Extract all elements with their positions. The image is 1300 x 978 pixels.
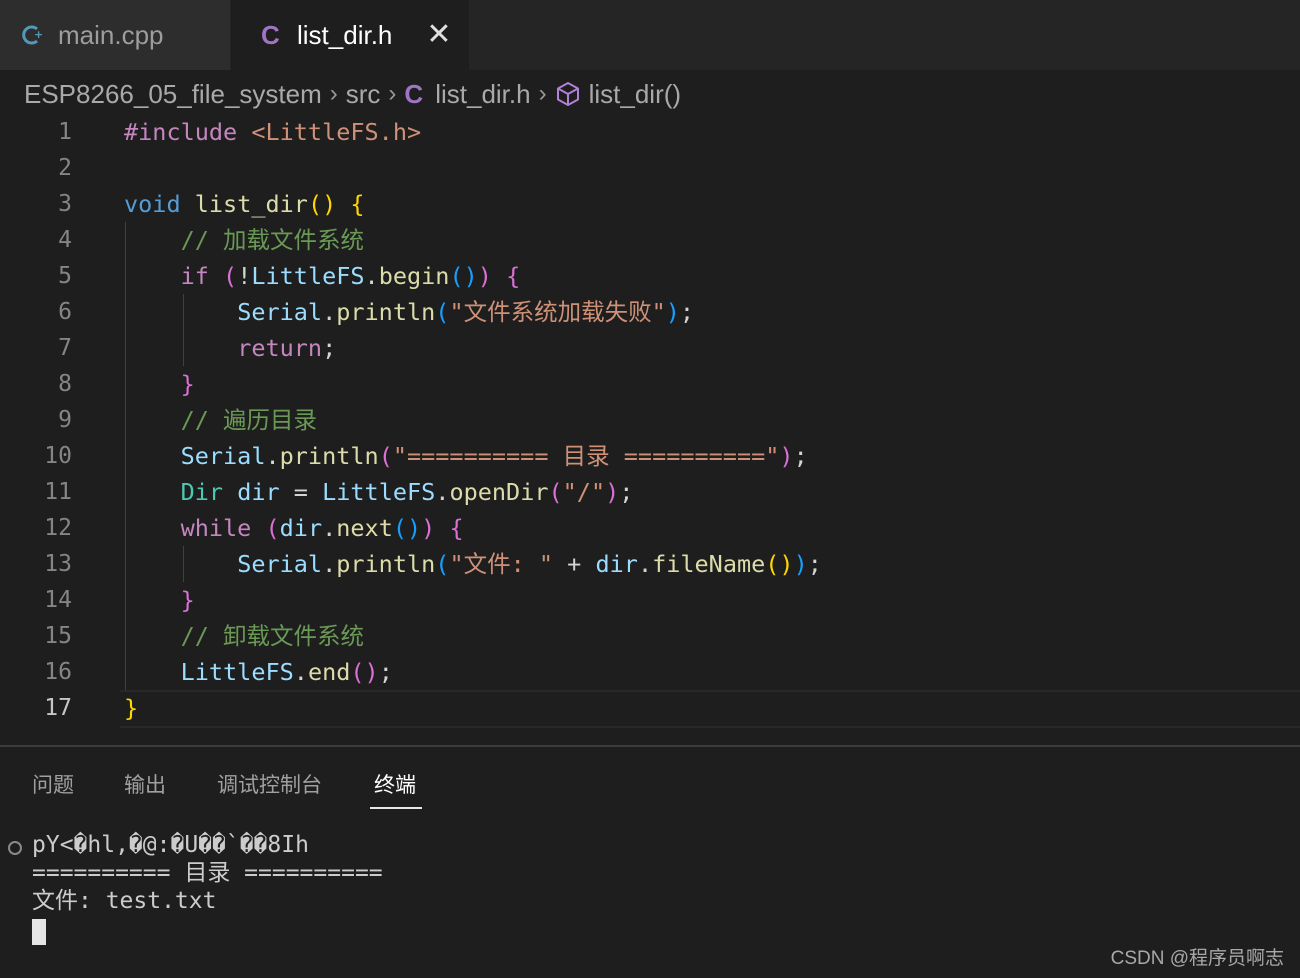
tab-label: main.cpp	[58, 19, 164, 50]
code-line: 13 Serial.println("文件: " + dir.fileName(…	[0, 546, 1300, 582]
line-number: 9	[58, 407, 72, 433]
line-number: 1	[58, 119, 72, 145]
line-number: 8	[58, 371, 72, 397]
line-number: 3	[58, 191, 72, 217]
breadcrumb-file[interactable]: list_dir.h	[435, 79, 530, 110]
code-text: Serial.println("文件系统加载失败");	[237, 298, 695, 326]
code-editor[interactable]: 1 #include <LittleFS.h> 2 3 void list_di…	[0, 114, 1300, 744]
svg-text:+: +	[34, 28, 43, 41]
code-line: 11 Dir dir = LittleFS.openDir("/");	[0, 474, 1300, 510]
terminal-output[interactable]: pY<�hl,�@:�U��`��8Ih ========== 目录 ======…	[32, 831, 383, 915]
c-file-icon: C	[261, 19, 280, 50]
code-line: 10 Serial.println("========== 目录 =======…	[0, 438, 1300, 474]
code-text: while (dir.next()) {	[180, 514, 464, 542]
panel-tabs: 问题 输出 调试控制台 终端	[0, 747, 1300, 811]
close-icon[interactable]: ✕	[426, 20, 451, 50]
line-number: 4	[58, 227, 72, 253]
terminal-line: ========== 目录 ==========	[32, 860, 383, 886]
bottom-panel: 问题 输出 调试控制台 终端 pY<�hl,�@:�U��`��8Ih =====…	[0, 745, 1300, 978]
tab-main-cpp[interactable]: + main.cpp	[0, 0, 230, 70]
line-number: 13	[44, 551, 72, 577]
code-text: Dir dir = LittleFS.openDir("/");	[180, 478, 634, 506]
breadcrumb-symbol[interactable]: list_dir()	[589, 79, 681, 110]
cube-icon	[555, 81, 581, 107]
line-number: 11	[44, 479, 72, 505]
line-number: 17	[44, 695, 72, 721]
line-number: 15	[44, 623, 72, 649]
code-line: 1 #include <LittleFS.h>	[0, 114, 1300, 150]
tab-terminal[interactable]: 终端	[374, 769, 416, 799]
terminal-cursor	[32, 919, 46, 945]
terminal-line: pY<�hl,�@:�U��`��8Ih	[32, 832, 309, 858]
line-number: 5	[58, 263, 72, 289]
code-text: }	[180, 370, 195, 398]
tab-label: list_dir.h	[297, 19, 393, 50]
code-text: // 遍历目录	[180, 406, 318, 434]
code-text: return;	[237, 334, 337, 362]
code-line: 7 return;	[0, 330, 1300, 366]
active-tab-indicator	[370, 807, 422, 809]
code-text: // 卸载文件系统	[180, 622, 365, 650]
chevron-right-icon: ›	[329, 80, 338, 107]
line-number: 7	[58, 335, 72, 361]
code-line: 15 // 卸载文件系统	[0, 618, 1300, 654]
code-line: 12 while (dir.next()) {	[0, 510, 1300, 546]
code-text: LittleFS.end();	[180, 658, 393, 686]
code-line: 5 if (!LittleFS.begin()) {	[0, 258, 1300, 294]
editor-tab-bar: + main.cpp C list_dir.h ✕	[0, 0, 1300, 70]
chevron-right-icon: ›	[538, 80, 547, 107]
line-number: 14	[44, 587, 72, 613]
line-number: 6	[58, 299, 72, 325]
line-number: 2	[58, 155, 72, 181]
code-text: Serial.println("文件: " + dir.fileName());	[237, 550, 822, 578]
breadcrumb: ESP8266_05_file_system › src › C list_di…	[24, 74, 681, 114]
code-line: 9 // 遍历目录	[0, 402, 1300, 438]
code-line: 17 }	[0, 690, 1300, 726]
code-text: #include <LittleFS.h>	[124, 118, 422, 146]
code-text: void list_dir() {	[124, 190, 365, 218]
code-line: 6 Serial.println("文件系统加载失败");	[0, 294, 1300, 330]
code-text: }	[180, 586, 195, 614]
tab-debug-console[interactable]: 调试控制台	[217, 769, 322, 799]
line-number: 16	[44, 659, 72, 685]
breadcrumb-folder[interactable]: src	[346, 79, 381, 110]
code-line: 3 void list_dir() {	[0, 186, 1300, 222]
code-line: 4 // 加载文件系统	[0, 222, 1300, 258]
code-text: }	[124, 694, 139, 722]
c-file-icon: C	[404, 78, 424, 109]
tab-list-dir-h[interactable]: C list_dir.h ✕	[231, 0, 469, 70]
chevron-right-icon: ›	[388, 80, 397, 107]
code-text: if (!LittleFS.begin()) {	[180, 262, 521, 290]
breadcrumb-project[interactable]: ESP8266_05_file_system	[24, 79, 322, 110]
tab-output[interactable]: 输出	[124, 769, 166, 799]
code-text: // 加载文件系统	[180, 226, 365, 254]
code-line: 14 }	[0, 582, 1300, 618]
code-line: 2	[0, 150, 1300, 186]
circle-icon	[8, 841, 22, 855]
watermark: CSDN @程序员啊志	[1110, 948, 1284, 969]
terminal-line: 文件: test.txt	[32, 888, 217, 914]
code-line: 8 }	[0, 366, 1300, 402]
tab-problems[interactable]: 问题	[32, 769, 74, 799]
cpp-file-icon: +	[20, 22, 46, 48]
code-text: Serial.println("========== 目录 ==========…	[180, 442, 808, 470]
code-line: 16 LittleFS.end();	[0, 654, 1300, 690]
line-number: 12	[44, 515, 72, 541]
line-number: 10	[44, 443, 72, 469]
